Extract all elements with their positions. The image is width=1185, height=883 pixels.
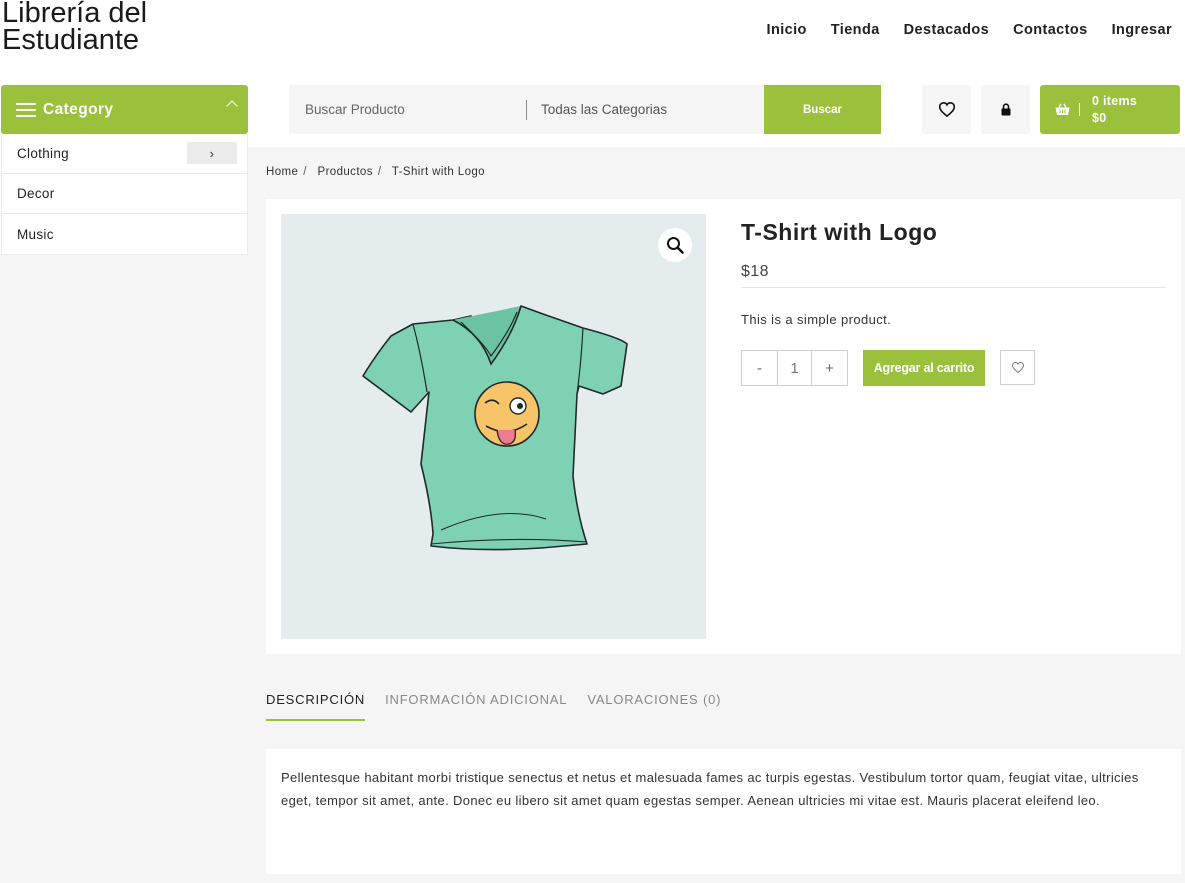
- magnifier-icon: [667, 237, 684, 254]
- wishlist-button[interactable]: [922, 85, 971, 134]
- qty-input[interactable]: 1: [777, 351, 812, 385]
- category-item-label: Decor: [17, 186, 55, 201]
- qty-plus-button[interactable]: +: [812, 351, 847, 385]
- category-item-decor[interactable]: Decor: [2, 174, 247, 214]
- product-short-description: This is a simple product.: [741, 312, 892, 327]
- sidebar-background: [0, 254, 248, 883]
- divider: [741, 287, 1166, 288]
- tshirt-illustration: [362, 305, 628, 551]
- category-item-label: Music: [17, 226, 54, 242]
- basket-icon: [1055, 103, 1070, 115]
- product-tabs: DESCRIPCIÓN INFORMACIÓN ADICIONAL VALORA…: [266, 692, 721, 721]
- product-title: T-Shirt with Logo: [741, 219, 938, 245]
- site-title-line2: Estudiante: [2, 24, 140, 56]
- heart-outline-icon: [1011, 362, 1024, 373]
- category-toggle[interactable]: Category: [1, 85, 248, 134]
- category-title: Category: [43, 100, 114, 118]
- cart-separator: [1079, 103, 1080, 116]
- tab-informacion-adicional[interactable]: INFORMACIÓN ADICIONAL: [385, 692, 567, 721]
- add-to-wishlist-button[interactable]: [1000, 350, 1035, 385]
- category-item-clothing[interactable]: Clothing ›: [2, 134, 247, 174]
- category-item-music[interactable]: Music: [2, 214, 247, 254]
- heart-icon: [938, 102, 955, 117]
- chevron-up-icon: [226, 100, 238, 112]
- tab-descripcion[interactable]: DESCRIPCIÓN: [266, 692, 366, 721]
- product-card: T-Shirt with Logo $18 This is a simple p…: [266, 199, 1181, 654]
- description-panel: Pellentesque habitant morbi tristique se…: [266, 749, 1181, 874]
- description-text: Pellentesque habitant morbi tristique se…: [281, 770, 1139, 808]
- category-list: Clothing › Decor Music: [1, 134, 248, 255]
- product-price: $18: [741, 263, 769, 280]
- cart-total: $0: [1092, 110, 1107, 125]
- nav-tienda[interactable]: Tienda: [831, 22, 880, 38]
- chevron-right-icon[interactable]: ›: [187, 142, 237, 164]
- cart-button[interactable]: 0 items $0: [1040, 85, 1180, 134]
- site-title-line1: Librería del: [2, 0, 148, 29]
- breadcrumb-current: T-Shirt with Logo: [391, 166, 485, 178]
- breadcrumb-home[interactable]: Home: [266, 166, 298, 178]
- main-nav: Inicio Tienda Destacados Contactos Ingre…: [743, 22, 1172, 38]
- breadcrumb: Home / Productos / T-Shirt with Logo: [266, 166, 485, 178]
- search-button[interactable]: Buscar: [764, 85, 881, 134]
- tab-valoraciones[interactable]: VALORACIONES (0): [587, 692, 721, 721]
- nav-destacados[interactable]: Destacados: [904, 22, 989, 38]
- lock-icon: [1001, 103, 1010, 116]
- category-item-label: Clothing: [17, 146, 69, 161]
- site-title[interactable]: Librería del Estudiante: [2, 0, 148, 56]
- breadcrumb-productos[interactable]: Productos: [318, 166, 373, 178]
- add-to-cart-button[interactable]: Agregar al carrito: [863, 350, 985, 386]
- product-image[interactable]: [281, 214, 706, 639]
- account-button[interactable]: [981, 85, 1030, 134]
- nav-contactos[interactable]: Contactos: [1013, 22, 1088, 38]
- search-bar: Todas las Categorias Buscar: [289, 85, 881, 134]
- cart-summary: 0 items $0: [1092, 93, 1137, 127]
- zoom-button[interactable]: [658, 228, 692, 262]
- nav-inicio[interactable]: Inicio: [767, 22, 807, 38]
- qty-minus-button[interactable]: -: [742, 351, 777, 385]
- search-input[interactable]: [289, 85, 526, 134]
- nav-ingresar[interactable]: Ingresar: [1112, 22, 1172, 38]
- search-category-select[interactable]: Todas las Categorias: [527, 102, 765, 117]
- menu-icon: [16, 102, 36, 117]
- quantity-stepper: - 1 +: [741, 350, 848, 386]
- cart-items-count: 0 items: [1092, 93, 1138, 108]
